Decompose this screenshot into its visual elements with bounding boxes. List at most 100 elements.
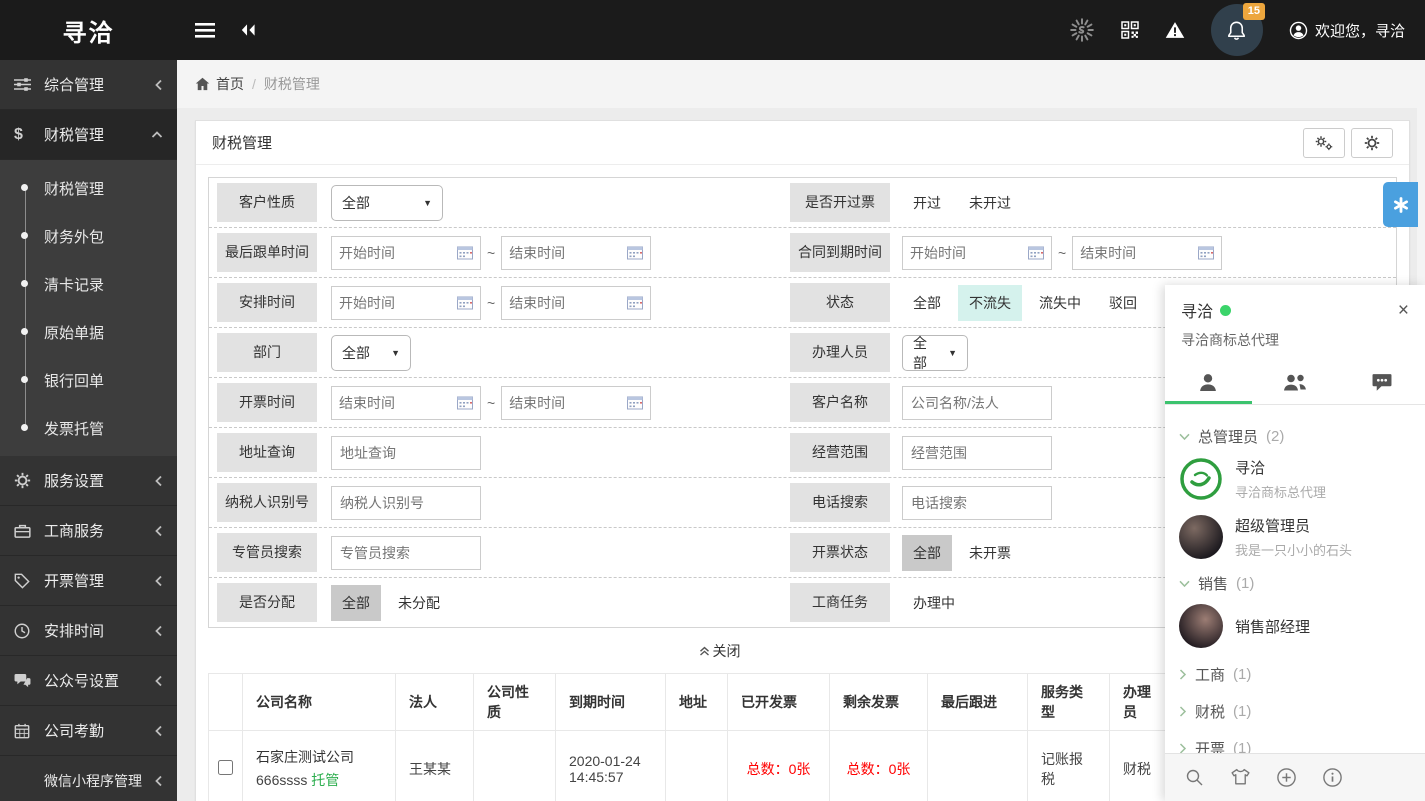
breadcrumb-home[interactable]: 首页 bbox=[195, 74, 244, 94]
chat-toolbar bbox=[1165, 753, 1425, 801]
sidebar-item-business-services[interactable]: 工商服务 bbox=[0, 506, 177, 556]
contact-list: 总管理员 (2) 寻洽 寻洽商标总代理 超级管理员 我是一只小小的石头 bbox=[1165, 405, 1425, 753]
sidebar-item-schedule[interactable]: 安排时间 bbox=[0, 606, 177, 656]
option-status-all[interactable]: 全部 bbox=[902, 285, 952, 321]
option-assigned-all[interactable]: 全部 bbox=[331, 585, 381, 621]
filter-label-customer-type: 客户性质 bbox=[217, 183, 317, 222]
collapse-sidebar-icon[interactable] bbox=[239, 23, 256, 37]
option-unassigned[interactable]: 未分配 bbox=[387, 585, 451, 621]
option-status-rejected[interactable]: 驳回 bbox=[1098, 285, 1148, 321]
contact-super-admin[interactable]: 超级管理员 我是一只小小的石头 bbox=[1179, 515, 1411, 559]
company-name-link[interactable]: 石家庄测试公司 bbox=[256, 747, 382, 767]
search-icon[interactable] bbox=[1185, 768, 1205, 788]
handler-select[interactable]: 全部 ▼ bbox=[902, 335, 968, 371]
sidebar-item-invoice-management[interactable]: 开票管理 bbox=[0, 556, 177, 606]
cell-expire-time: 2020-01-24 14:45:57 bbox=[556, 731, 666, 801]
theme-shirt-icon[interactable] bbox=[1230, 768, 1251, 787]
chevron-right-icon bbox=[1179, 706, 1187, 717]
filter-label-schedule-time: 安排时间 bbox=[217, 283, 317, 322]
asterisk-icon bbox=[1393, 197, 1409, 213]
contact-sales-manager[interactable]: 销售部经理 bbox=[1179, 604, 1411, 648]
qr-code-icon[interactable] bbox=[1121, 21, 1139, 39]
option-status-losing[interactable]: 流失中 bbox=[1028, 285, 1092, 321]
row-checkbox[interactable] bbox=[218, 760, 233, 775]
gear-settings-button[interactable] bbox=[1351, 128, 1393, 158]
tab-contacts[interactable] bbox=[1165, 360, 1252, 404]
cell-company: 石家庄测试公司 666ssss 托管 bbox=[243, 731, 396, 801]
add-icon[interactable] bbox=[1276, 767, 1297, 788]
floating-widget-button[interactable] bbox=[1383, 182, 1418, 227]
group-finance-tax[interactable]: 财税 (1) bbox=[1179, 701, 1411, 722]
tab-conversations[interactable] bbox=[1338, 360, 1425, 404]
customer-type-select[interactable]: 全部 ▼ bbox=[331, 185, 443, 221]
taxpayer-id-input[interactable] bbox=[331, 486, 481, 520]
chevron-right-icon bbox=[1179, 743, 1187, 753]
tag-icon bbox=[14, 573, 36, 589]
chevron-left-icon bbox=[154, 725, 163, 737]
cogs-settings-button[interactable] bbox=[1303, 128, 1345, 158]
sidebar-item-official-account[interactable]: 公众号设置 bbox=[0, 656, 177, 706]
sidebar-subitem-outsourcing[interactable]: 财务外包 bbox=[0, 212, 177, 260]
option-status-not-lost[interactable]: 不流失 bbox=[958, 285, 1022, 321]
chevron-down-icon: ▼ bbox=[423, 198, 432, 208]
phone-search-input[interactable] bbox=[902, 486, 1052, 520]
filter-label-assigned: 是否分配 bbox=[217, 583, 317, 622]
group-invoicing[interactable]: 开票 (1) bbox=[1179, 738, 1411, 753]
info-icon[interactable] bbox=[1322, 767, 1343, 788]
sidebar-subitem-card-clearing[interactable]: 清卡记录 bbox=[0, 260, 177, 308]
group-business[interactable]: 工商 (1) bbox=[1179, 664, 1411, 685]
option-not-invoiced[interactable]: 未开过 bbox=[958, 185, 1022, 221]
chevron-left-icon bbox=[154, 79, 163, 91]
option-invoice-status-none[interactable]: 未开票 bbox=[958, 535, 1022, 571]
contact-xunqia[interactable]: 寻洽 寻洽商标总代理 bbox=[1179, 457, 1411, 501]
customer-name-input[interactable] bbox=[902, 386, 1052, 420]
sidebar-subitem-invoice-custody[interactable]: 发票托管 bbox=[0, 404, 177, 452]
column-last-follow: 最后跟进 bbox=[928, 674, 1028, 731]
bell-icon bbox=[1226, 20, 1247, 41]
group-admins[interactable]: 总管理员 (2) bbox=[1179, 426, 1411, 447]
group-sales[interactable]: 销售 (1) bbox=[1179, 573, 1411, 594]
sidebar-item-finance-tax[interactable]: $ 财税管理 bbox=[0, 110, 177, 160]
tab-groups[interactable] bbox=[1252, 360, 1339, 404]
column-company-name: 公司名称 bbox=[243, 674, 396, 731]
invoice-end-date[interactable] bbox=[501, 386, 651, 420]
filter-label-contract-expire: 合同到期时间 bbox=[790, 233, 890, 272]
contract-expire-end-date[interactable] bbox=[1072, 236, 1222, 270]
filter-label-address-search: 地址查询 bbox=[217, 433, 317, 472]
option-invoiced[interactable]: 开过 bbox=[902, 185, 952, 221]
sidebar-item-service-settings[interactable]: 服务设置 bbox=[0, 456, 177, 506]
calendar-picker-icon bbox=[627, 296, 643, 310]
sidebar-subitem-finance-tax[interactable]: 财税管理 bbox=[0, 164, 177, 212]
hamburger-menu-icon[interactable] bbox=[195, 23, 215, 38]
user-menu[interactable]: 欢迎您，寻洽 bbox=[1289, 20, 1405, 41]
schedule-end-date[interactable] bbox=[501, 286, 651, 320]
cell-remaining: 总数：0张 bbox=[830, 731, 928, 801]
warning-icon[interactable] bbox=[1165, 21, 1185, 39]
last-follow-end-date[interactable] bbox=[501, 236, 651, 270]
schedule-start-date[interactable] bbox=[331, 286, 481, 320]
supervisor-search-input[interactable] bbox=[331, 536, 481, 570]
sidebar-item-miniprogram[interactable]: 微信小程序管理 bbox=[0, 756, 177, 801]
filter-label-taxpayer-id: 纳税人识别号 bbox=[217, 483, 317, 522]
department-select[interactable]: 全部 ▼ bbox=[331, 335, 411, 371]
sidebar-subitem-original-docs[interactable]: 原始单据 bbox=[0, 308, 177, 356]
sidebar-item-attendance[interactable]: 公司考勤 bbox=[0, 706, 177, 756]
address-search-input[interactable] bbox=[331, 436, 481, 470]
chevron-left-icon bbox=[154, 525, 163, 537]
collapse-filters-link[interactable]: 关闭 bbox=[196, 632, 1242, 673]
option-invoice-status-all[interactable]: 全部 bbox=[902, 535, 952, 571]
last-follow-start-date[interactable] bbox=[331, 236, 481, 270]
sidebar-subitem-bank-receipts[interactable]: 银行回单 bbox=[0, 356, 177, 404]
chat-dots-icon bbox=[1371, 372, 1393, 392]
column-company-nature: 公司性质 bbox=[474, 674, 556, 731]
business-scope-input[interactable] bbox=[902, 436, 1052, 470]
invoice-start-date[interactable] bbox=[331, 386, 481, 420]
double-chevron-up-icon bbox=[698, 645, 711, 657]
contract-expire-start-date[interactable] bbox=[902, 236, 1052, 270]
column-invoiced: 已开发票 bbox=[728, 674, 830, 731]
chat-close-icon[interactable]: × bbox=[1398, 301, 1409, 320]
option-task-processing[interactable]: 办理中 bbox=[902, 585, 966, 621]
sidebar-item-general[interactable]: 综合管理 bbox=[0, 60, 177, 110]
notifications-bell[interactable]: 15 bbox=[1211, 4, 1263, 56]
filter-label-invoiced-before: 是否开过票 bbox=[790, 183, 890, 222]
